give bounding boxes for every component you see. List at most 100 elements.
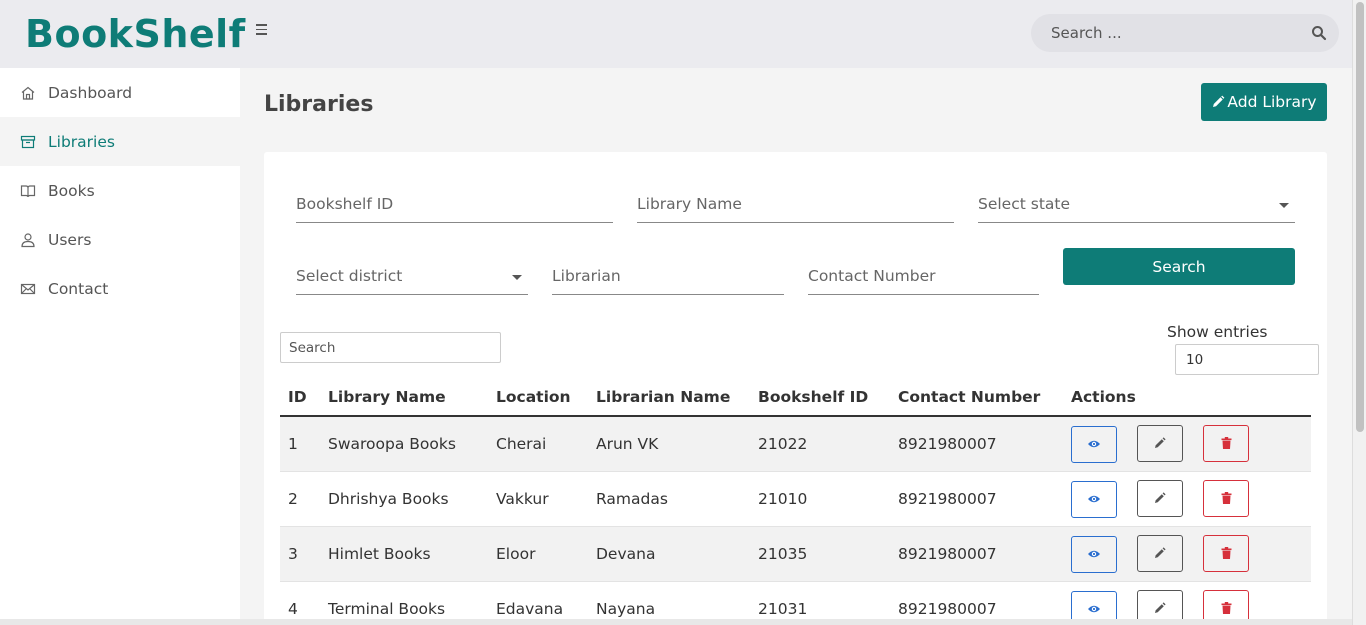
page-title: Libraries xyxy=(264,92,374,117)
scrollbar-thumb[interactable] xyxy=(1356,2,1364,432)
column-header-id[interactable]: ID xyxy=(280,378,320,417)
column-header-bookshelf-id[interactable]: Bookshelf ID xyxy=(750,378,890,417)
sidebar-item-label: Dashboard xyxy=(48,83,133,102)
pencil-icon xyxy=(1155,547,1166,558)
view-button[interactable] xyxy=(1071,480,1117,518)
cell-bookshelf-id: 21022 xyxy=(750,416,890,472)
cell-location: Vakkur xyxy=(488,471,588,527)
sidebar-item-label: Libraries xyxy=(48,132,115,151)
table-search-input[interactable] xyxy=(280,332,501,363)
cell-bookshelf-id: 21035 xyxy=(750,526,890,582)
sidebar: Dashboard Libraries Books Users Contact xyxy=(0,68,240,625)
user-icon xyxy=(20,232,36,248)
sidebar-item-label: Books xyxy=(48,181,95,200)
contact-number-field xyxy=(808,259,1039,295)
column-header-actions: Actions xyxy=(1063,378,1311,417)
sidebar-item-libraries[interactable]: Libraries xyxy=(0,117,240,166)
pencil-icon xyxy=(1155,437,1166,449)
pencil-icon xyxy=(1155,602,1166,613)
cell-location: Cherai xyxy=(488,416,588,472)
bookshelf-id-field xyxy=(296,187,613,223)
search-button[interactable]: Search xyxy=(1063,248,1295,285)
state-select[interactable]: Select state xyxy=(978,187,1295,223)
cell-actions xyxy=(1063,471,1311,527)
vertical-scrollbar[interactable] xyxy=(1352,0,1366,625)
show-entries-input[interactable] xyxy=(1175,344,1319,375)
view-button[interactable] xyxy=(1071,535,1117,573)
search-icon[interactable] xyxy=(1311,25,1327,41)
sidebar-item-books[interactable]: Books xyxy=(0,166,240,215)
cell-actions xyxy=(1063,416,1311,472)
sidebar-item-contact[interactable]: Contact xyxy=(0,264,240,313)
add-library-button[interactable]: Add Library xyxy=(1201,83,1327,121)
cell-id: 1 xyxy=(280,416,320,472)
eye-icon xyxy=(1088,441,1100,448)
edit-button[interactable] xyxy=(1137,479,1183,517)
sidebar-item-users[interactable]: Users xyxy=(0,215,240,264)
libraries-table: ID Library Name Location Librarian Name … xyxy=(280,378,1311,625)
show-entries-label: Show entries xyxy=(1167,323,1268,341)
delete-button[interactable] xyxy=(1203,479,1249,517)
district-select[interactable]: Select district xyxy=(296,259,528,295)
cell-library-name: Dhrishya Books xyxy=(320,471,488,527)
table-row: 1 Swaroopa Books Cherai Arun VK 21022 8921980… xyxy=(280,416,1311,472)
bookshelf-id-input[interactable] xyxy=(296,187,613,221)
libraries-card: Select state Select district Search Show… xyxy=(264,152,1327,625)
column-header-librarian-name[interactable]: Librarian Name xyxy=(588,378,750,417)
cell-contact-number: 8921980007 xyxy=(890,416,1063,472)
edit-button[interactable] xyxy=(1137,534,1183,572)
add-library-label: Add Library xyxy=(1227,93,1317,111)
edit-button[interactable] xyxy=(1137,424,1183,462)
trash-icon xyxy=(1221,547,1231,559)
table-row: 3 Himlet Books Eloor Devana 21035 8921980007 xyxy=(280,526,1311,582)
district-select-label: Select district xyxy=(296,267,403,285)
horizontal-scrollbar[interactable] xyxy=(0,619,1352,625)
app-logo[interactable]: BookShelf xyxy=(25,12,246,56)
cell-contact-number: 8921980007 xyxy=(890,526,1063,582)
sidebar-item-dashboard[interactable]: Dashboard xyxy=(0,68,240,117)
librarian-field xyxy=(552,259,784,295)
chevron-down-icon xyxy=(512,275,522,280)
global-search xyxy=(1031,14,1339,52)
mail-icon xyxy=(20,281,36,297)
library-name-field xyxy=(637,187,954,223)
cell-library-name: Himlet Books xyxy=(320,526,488,582)
cell-bookshelf-id: 21010 xyxy=(750,471,890,527)
cell-librarian-name: Ramadas xyxy=(588,471,750,527)
cell-library-name: Swaroopa Books xyxy=(320,416,488,472)
library-name-input[interactable] xyxy=(637,187,954,221)
eye-icon xyxy=(1088,495,1100,503)
pencil-icon xyxy=(1155,492,1166,503)
cell-librarian-name: Arun VK xyxy=(588,416,750,472)
view-button[interactable] xyxy=(1071,425,1117,463)
cell-id: 2 xyxy=(280,471,320,527)
pencil-icon xyxy=(1213,95,1225,107)
eye-icon xyxy=(1088,605,1100,613)
contact-number-input[interactable] xyxy=(808,259,1039,293)
home-icon xyxy=(20,85,36,101)
eye-icon xyxy=(1088,550,1100,558)
cell-actions xyxy=(1063,526,1311,582)
column-header-contact-number[interactable]: Contact Number xyxy=(890,378,1063,417)
archive-icon xyxy=(20,134,36,150)
delete-button[interactable] xyxy=(1203,534,1249,572)
chevron-down-icon xyxy=(1279,203,1289,208)
delete-button[interactable] xyxy=(1203,424,1249,462)
top-bar: BookShelf xyxy=(0,0,1352,68)
global-search-input[interactable] xyxy=(1031,14,1301,52)
cell-id: 3 xyxy=(280,526,320,582)
menu-toggle-icon[interactable] xyxy=(256,24,270,40)
table-row: 2 Dhrishya Books Vakkur Ramadas 21010 8921980… xyxy=(280,471,1311,527)
column-header-library-name[interactable]: Library Name xyxy=(320,378,488,417)
table-header-row: ID Library Name Location Librarian Name … xyxy=(280,378,1311,417)
trash-icon xyxy=(1221,437,1231,450)
book-icon xyxy=(20,183,36,199)
cell-location: Eloor xyxy=(488,526,588,582)
column-header-location[interactable]: Location xyxy=(488,378,588,417)
sidebar-item-label: Users xyxy=(48,230,92,249)
cell-contact-number: 8921980007 xyxy=(890,471,1063,527)
cell-librarian-name: Devana xyxy=(588,526,750,582)
librarian-input[interactable] xyxy=(552,259,784,293)
trash-icon xyxy=(1221,602,1231,614)
sidebar-item-label: Contact xyxy=(48,279,109,298)
